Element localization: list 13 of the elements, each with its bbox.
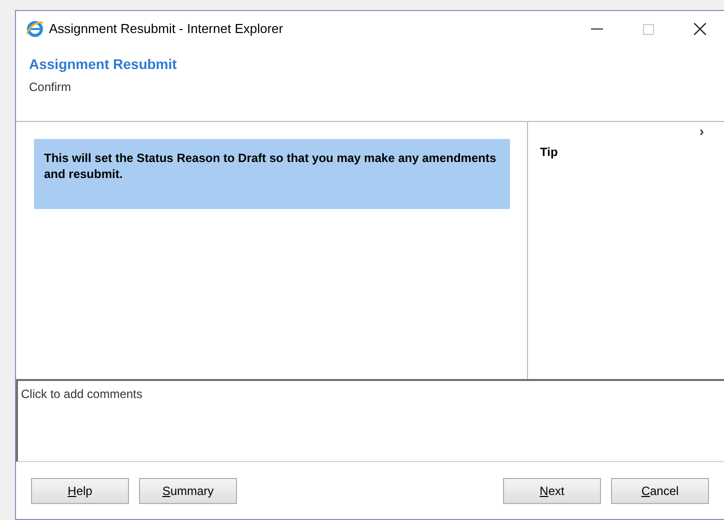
dialog-button[interactable]: Summary <box>139 478 237 504</box>
dialog-title: Assignment Resubmit <box>29 55 178 74</box>
message-banner: This will set the Status Reason to Draft so that you may make any amendments and resubmit. <box>34 139 510 209</box>
tip-title: Tip <box>540 144 559 161</box>
expand-toggle[interactable]: › <box>699 124 704 138</box>
dialog-button[interactable]: Next <box>503 478 601 504</box>
dialog-button[interactable]: Cancel <box>611 478 709 504</box>
dialog-button[interactable]: Help <box>31 478 129 504</box>
comments-field[interactable]: Click to add comments <box>16 379 724 462</box>
close-icon[interactable] <box>694 23 706 35</box>
dialog-subtitle: Confirm <box>29 79 72 96</box>
window-title: Assignment Resubmit - Internet Explorer <box>49 20 284 38</box>
browser-logo-icon <box>26 20 44 38</box>
